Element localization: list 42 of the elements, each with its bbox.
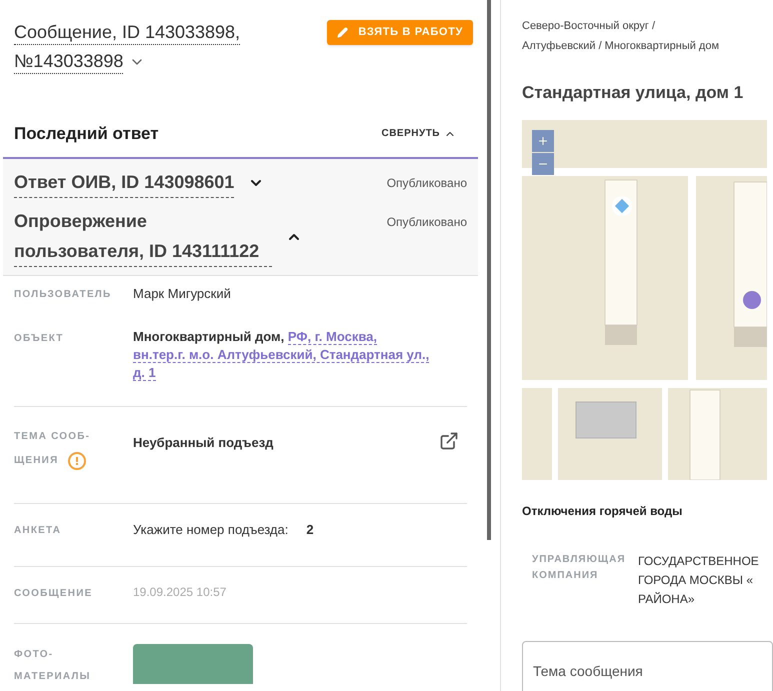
external-link-icon[interactable] (439, 431, 459, 451)
field-label: УПРАВЛЯЮЩАЯ КОМПАНИЯ (532, 552, 624, 582)
company-name: РАЙОНА» (638, 590, 696, 608)
zoom-out-button[interactable] (532, 152, 554, 174)
field-label: ОБЪЕКТ (14, 332, 65, 346)
field-value: Марк Мигурский (133, 285, 231, 303)
topic-value: Неубранный подъезд (133, 434, 274, 452)
company-name: ГОРОДА МОСКВЫ « (638, 572, 754, 588)
message-title: Сообщение, ID 143033898, (14, 20, 240, 45)
field-label: ПОЛЬЗОВАТЕЛЬ (14, 288, 112, 302)
address-link[interactable]: вн.тер.г. м.о. Алтуфьевский, Стандартная ул., (133, 347, 430, 363)
location-dot-icon[interactable] (743, 290, 761, 308)
survey-question: Укажите номер подъезда: (133, 521, 288, 539)
pencil-icon (337, 27, 348, 38)
scrollbar-thumb[interactable] (487, 0, 491, 540)
plus-icon (537, 134, 549, 146)
field-label: АНКЕТА (14, 524, 62, 538)
response-title[interactable]: Опровержение пользователя, ID 143111122 (14, 206, 272, 267)
building (576, 401, 636, 438)
collapse-button[interactable]: СВЕРНУТЬ (381, 126, 456, 141)
survey-answer: 2 (306, 521, 314, 539)
topic-input-field[interactable]: Тема сообщения (522, 640, 773, 691)
message-number: №143033898 (14, 49, 124, 74)
field-label: ЩЕНИЯ (14, 454, 58, 468)
breadcrumb[interactable]: Северо-Восточный округ / (522, 16, 773, 36)
building[interactable] (734, 181, 767, 346)
field-label: СООБЩЕНИЕ (14, 587, 94, 601)
section-title: Последний ответ (14, 122, 159, 145)
response-title[interactable]: Ответ ОИВ, ID 143098601 (14, 167, 234, 198)
map-marker-icon[interactable] (612, 196, 632, 216)
message-date: 19.09.2025 10:57 (133, 584, 226, 601)
response-status: Опубликовано (386, 214, 467, 231)
company-name: ГОСУДАРСТВЕННОЕ (638, 552, 759, 570)
field-label: ТЕМА СООБ- (14, 430, 90, 444)
breadcrumb[interactable]: Алтуфьевский / Многоквартирный дом (522, 36, 773, 56)
field-label: ФОТО-МАТЕРИАЛЫ (14, 648, 92, 684)
section-title: Отключения горячей воды (522, 502, 684, 520)
address-link[interactable]: РФ, г. Москва, (288, 329, 378, 345)
zoom-in-button[interactable] (532, 130, 554, 152)
address-link[interactable]: д. 1 (133, 365, 156, 381)
response-status: Опубликовано (386, 175, 467, 192)
address-title: Стандартная улица, дом 1 (522, 82, 744, 104)
